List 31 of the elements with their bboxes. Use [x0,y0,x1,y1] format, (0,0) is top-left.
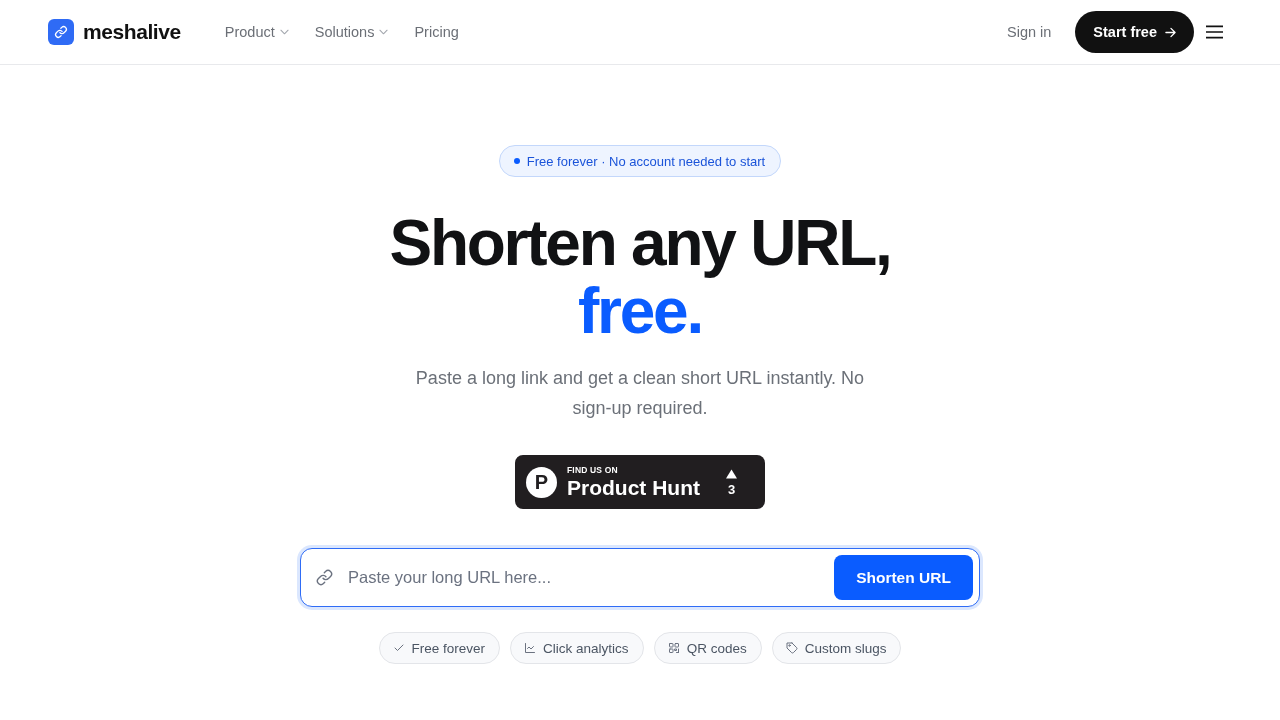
shorten-url-button[interactable]: Shorten URL [834,555,973,600]
url-input-field[interactable]: Paste your long URL here... Shorten URL [300,548,980,607]
brand-name[interactable]: meshalive [83,20,181,44]
menu-button[interactable] [1206,25,1223,39]
nav-link[interactable]: Product [224,24,289,40]
feature-label: Free forever [411,640,486,656]
product-hunt-badge[interactable]: P FIND US ON Product Hunt 3 [515,455,765,509]
sign-in-link[interactable]: Sign in [1007,24,1052,40]
arrow-right-icon [1165,26,1176,38]
start-free-button[interactable]: Start free [1075,11,1194,53]
caret-icon [279,29,289,35]
nav-link[interactable]: Solutions [314,24,389,40]
nav-link[interactable]: Pricing [414,24,459,40]
headline: Shorten any URL, [389,209,891,277]
announcement-text: Free forever · No account needed to start [526,153,766,169]
link-icon [316,569,333,586]
feature-label: QR codes [686,640,747,656]
caret-icon [379,29,389,35]
feature-label: Custom slugs [804,640,887,656]
logo-mark: P [526,466,557,498]
line-chart-icon [524,642,537,654]
status-dot-icon [513,158,520,164]
headline-accent: free. [578,277,702,345]
triangle-up-icon [726,468,737,479]
logo-icon [48,19,74,45]
subtitle: Paste a long link and get a clean short URL instantly. No sign-up required. [414,367,866,420]
tag-icon [785,642,798,654]
qr-code-icon [667,642,680,654]
check-icon [392,642,405,654]
menu-icon [1206,25,1223,39]
feature-label: Click analytics [543,640,629,656]
